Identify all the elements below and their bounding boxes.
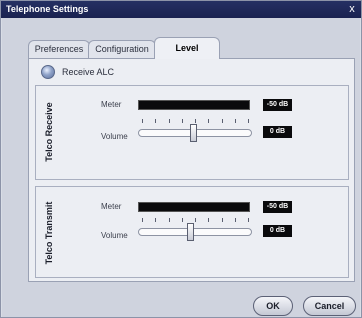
cancel-button[interactable]: Cancel — [303, 296, 356, 316]
slider-tick — [182, 119, 183, 123]
slider-tick — [155, 119, 156, 123]
transmit-meter-readout: -50 dB — [263, 201, 292, 213]
slider-tick — [155, 218, 156, 222]
slider-tick — [208, 119, 209, 123]
transmit-meter-label: Meter — [101, 202, 122, 211]
ok-button[interactable]: OK — [253, 296, 293, 316]
transmit-volume-ticks — [138, 218, 252, 224]
slider-tick — [222, 119, 223, 123]
close-icon[interactable]: x — [346, 2, 358, 16]
slider-tick — [248, 119, 249, 123]
telco-receive-group: Telco Receive Meter -50 dB Volume 0 dB — [35, 85, 349, 180]
transmit-meter-bar — [138, 202, 250, 212]
transmit-volume-slider[interactable] — [138, 218, 252, 244]
slider-tick — [195, 218, 196, 222]
slider-tick — [248, 218, 249, 222]
transmit-volume-readout: 0 dB — [263, 225, 292, 237]
slider-tick — [208, 218, 209, 222]
telephone-settings-window: Telephone Settings x Preferences Configu… — [0, 0, 362, 318]
slider-tick — [182, 218, 183, 222]
tab-level[interactable]: Level — [154, 37, 220, 59]
title-bar[interactable]: Telephone Settings x — [1, 1, 361, 18]
receive-alc-radio[interactable] — [41, 65, 55, 79]
window-title: Telephone Settings — [6, 4, 89, 14]
receive-alc-label: Receive ALC — [62, 67, 115, 77]
tab-configuration[interactable]: Configuration — [88, 40, 156, 58]
slider-tick — [235, 119, 236, 123]
dialog-body: Preferences Configuration Level Receive … — [2, 18, 360, 317]
receive-meter-bar — [138, 100, 250, 110]
slider-tick — [222, 218, 223, 222]
telco-receive-title: Telco Receive — [44, 102, 54, 162]
tab-preferences[interactable]: Preferences — [28, 40, 90, 58]
slider-tick — [142, 218, 143, 222]
receive-volume-label: Volume — [101, 132, 128, 141]
transmit-volume-thumb[interactable] — [187, 223, 194, 241]
receive-meter-readout: -50 dB — [263, 99, 292, 111]
slider-tick — [235, 218, 236, 222]
telco-transmit-group: Telco Transmit Meter -50 dB Volume 0 dB — [35, 186, 349, 278]
receive-volume-readout: 0 dB — [263, 126, 292, 138]
telco-transmit-title: Telco Transmit — [44, 201, 54, 265]
receive-volume-slider[interactable] — [138, 119, 252, 145]
slider-tick — [142, 119, 143, 123]
transmit-volume-track[interactable] — [138, 228, 252, 236]
slider-tick — [169, 218, 170, 222]
slider-tick — [169, 119, 170, 123]
transmit-volume-label: Volume — [101, 231, 128, 240]
receive-meter-label: Meter — [101, 100, 122, 109]
slider-tick — [195, 119, 196, 123]
level-panel: Receive ALC Telco Receive Meter -50 dB V… — [28, 58, 355, 282]
receive-volume-thumb[interactable] — [190, 124, 197, 142]
